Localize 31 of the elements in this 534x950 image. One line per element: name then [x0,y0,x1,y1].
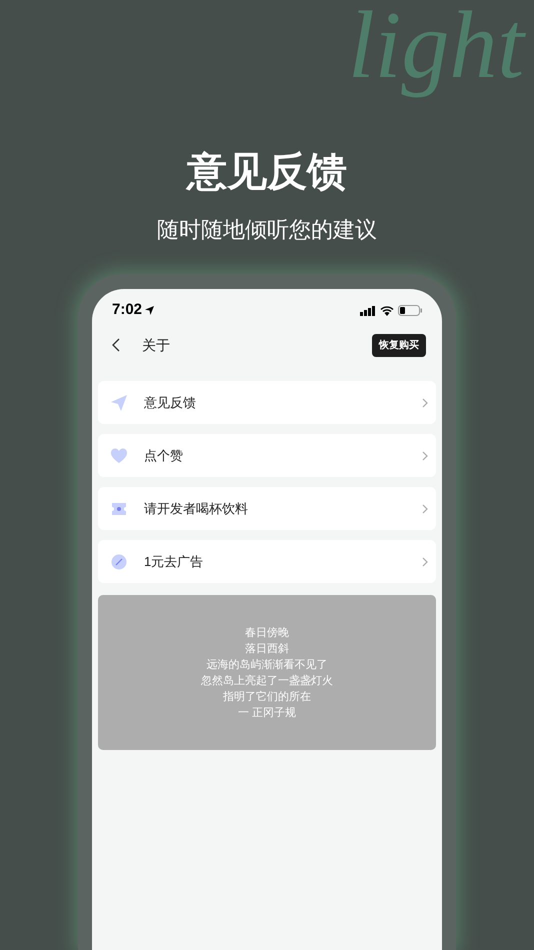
menu-item-label: 点个赞 [144,446,184,465]
chevron-right-icon [422,398,428,408]
back-button[interactable] [112,337,122,353]
menu-item[interactable]: 点个赞 [98,434,436,477]
paper-plane-icon [110,394,128,412]
poem-line: 一 正冈子规 [238,706,296,720]
status-time: 7:02 [112,300,142,320]
menu-item-label: 请开发者喝杯饮料 [144,500,249,518]
headline: 意见反馈 [187,149,347,196]
wifi-icon [380,306,394,316]
restore-purchase-button[interactable]: 恢复购买 [372,334,426,356]
chevron-right-icon [422,556,428,566]
poem-line: 忽然岛上亮起了一盏盏灯火 [201,674,333,688]
menu-item-label: 1元去广告 [144,552,204,571]
battery-icon [398,305,422,316]
chevron-right-icon [422,450,428,460]
menu-item[interactable]: 请开发者喝杯饮料 [98,487,436,530]
subheadline: 随时随地倾听您的建议 [157,216,377,244]
poem-line: 远海的岛屿渐渐看不见了 [206,658,328,672]
poem-line: 落日西斜 [245,642,289,656]
signal-icon [360,306,376,316]
heart-icon [110,446,128,464]
poem-line: 春日傍晚 [245,626,289,640]
menu-item[interactable]: 意见反馈 [98,381,436,424]
discount-badge-icon [110,552,128,570]
poem-line: 指明了它们的所在 [223,690,311,704]
menu-item[interactable]: 1元去广告 [98,540,436,583]
menu-item-label: 意见反馈 [144,394,197,412]
location-arrow-icon [145,306,154,315]
page-title: 关于 [142,336,170,354]
chevron-right-icon [422,504,428,514]
